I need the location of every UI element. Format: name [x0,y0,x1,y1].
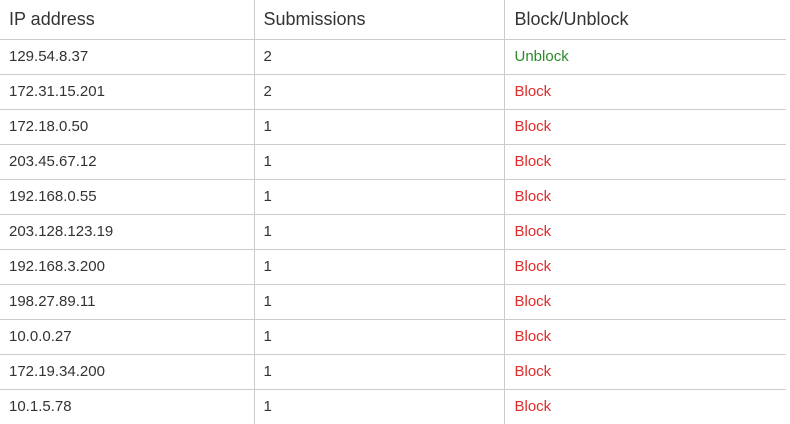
ip-cell: 203.45.67.12 [0,144,254,180]
table-row: 172.31.15.201 2 Block [0,74,786,110]
submissions-cell: 1 [253,319,504,355]
table-row: 172.18.0.50 1 Block [0,109,786,145]
submissions-cell: 1 [253,144,504,180]
table-row: 203.45.67.12 1 Block [0,144,786,180]
header-row: IP address Submissions Block/Unblock [0,0,786,40]
block-link[interactable]: Block [515,293,552,310]
ip-cell: 10.1.5.78 [9,398,72,416]
action-cell: Block [503,249,786,285]
action-cell: Unblock [503,39,786,75]
action-cell: Block [503,354,786,390]
table-row: 192.168.0.55 1 Block [0,179,786,215]
header-ip-address: IP address [0,0,254,40]
ip-submissions-table: IP address Submissions Block/Unblock 129… [0,0,786,424]
block-link[interactable]: Block [515,223,552,240]
table-row: 129.54.8.37 2 Unblock [0,39,786,75]
block-link[interactable]: Block [515,83,552,100]
block-link[interactable]: Block [515,328,552,345]
block-link[interactable]: Block [515,363,552,380]
block-link[interactable]: Block [515,398,552,415]
submissions-cell: 1 [253,354,504,390]
action-cell: Block [503,214,786,250]
submissions-cell: 1 [253,389,504,424]
ip-cell: 172.31.15.201 [0,74,254,110]
block-link[interactable]: Block [515,153,552,170]
action-cell: Block [503,284,786,320]
header-submissions: Submissions [253,0,504,40]
action-cell: Block [503,319,786,355]
unblock-link[interactable]: Unblock [515,48,569,65]
table-row: 198.27.89.11 1 Block [0,284,786,320]
submissions-cell: 1 [253,109,504,145]
block-link[interactable]: Block [515,118,552,135]
table-row: 203.128.123.19 1 Block [0,214,786,250]
submissions-cell: 1 [253,284,504,320]
action-cell: Block [503,389,786,424]
table-body: 129.54.8.37 2 Unblock 172.31.15.201 2 Bl… [0,39,786,424]
submissions-cell: 1 [253,179,504,215]
header-block-unblock: Block/Unblock [503,0,786,40]
ip-cell: 10.0.0.27 [0,319,254,355]
ip-cell: 172.18.0.50 [0,109,254,145]
table-row: 10.0.0.27 1 Block [0,319,786,355]
ip-cell: 129.54.8.37 [0,39,254,75]
submissions-cell: 2 [253,74,504,110]
submissions-cell: 1 [253,249,504,285]
action-cell: Block [503,144,786,180]
table-row: 192.168.3.200 1 Block [0,249,786,285]
ip-cell: 203.128.123.19 [0,214,254,250]
ip-cell: 192.168.3.200 [0,249,254,285]
table-row: 10.1.5.78 1 Block [0,389,786,424]
ip-cell: 172.19.34.200 [0,354,254,390]
submissions-cell: 1 [253,214,504,250]
ip-cell: 192.168.0.55 [0,179,254,215]
action-cell: Block [503,179,786,215]
ip-cell: 198.27.89.11 [0,284,254,320]
action-cell: Block [503,74,786,110]
action-cell: Block [503,109,786,145]
table-header: IP address Submissions Block/Unblock [0,0,786,40]
block-link[interactable]: Block [515,188,552,205]
table-row: 172.19.34.200 1 Block [0,354,786,390]
block-link[interactable]: Block [515,258,552,275]
submissions-cell: 2 [253,39,504,75]
